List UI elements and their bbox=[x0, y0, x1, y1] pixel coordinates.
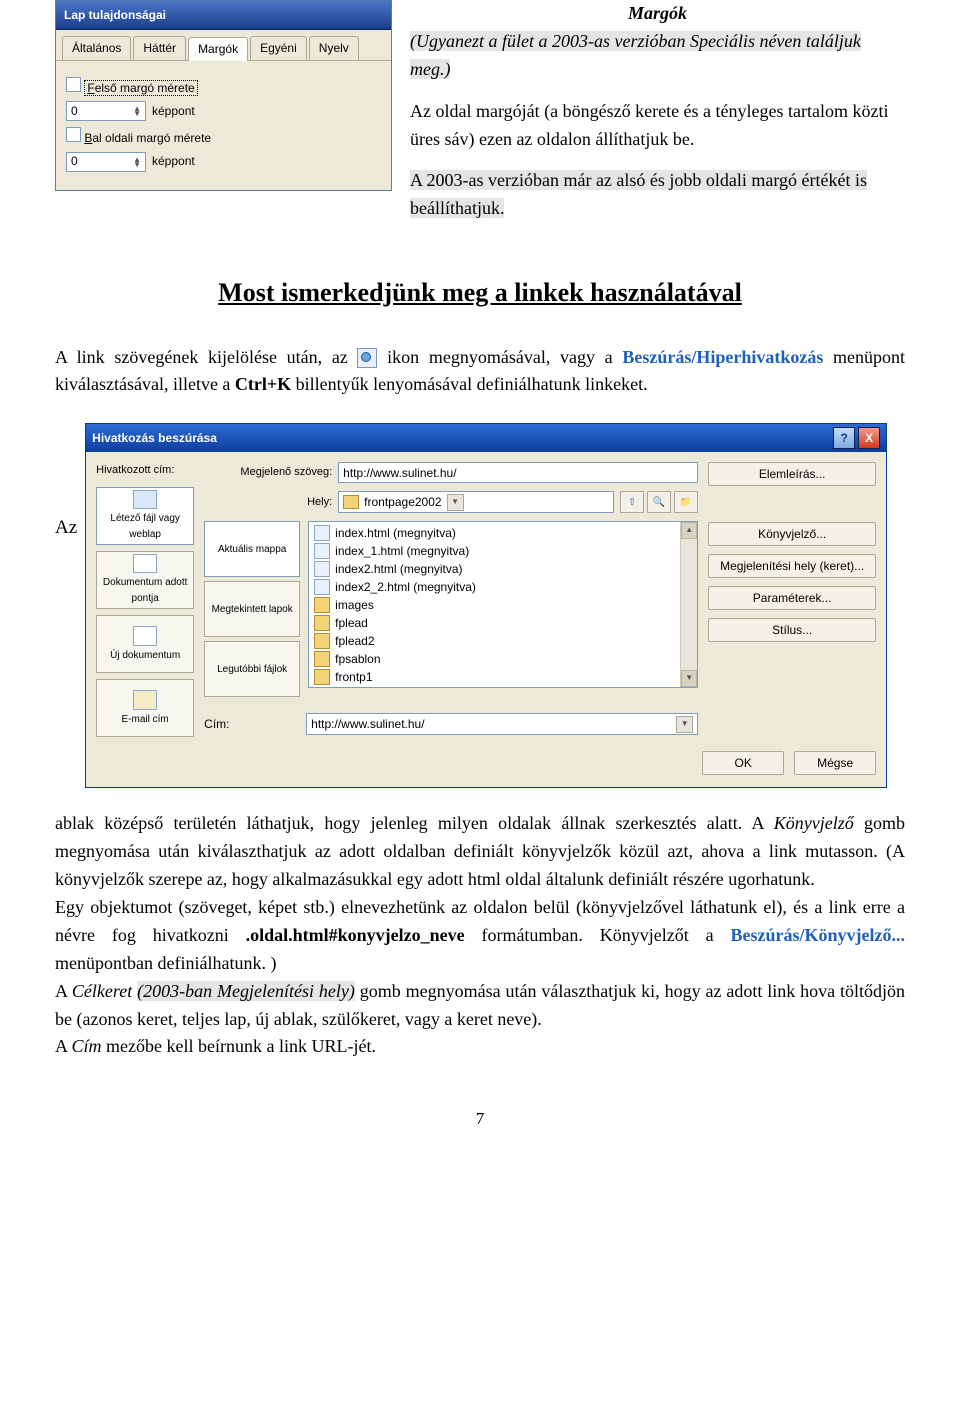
folder-icon bbox=[314, 615, 330, 631]
target-frame-button[interactable]: Megjelenítési hely (keret)... bbox=[708, 554, 876, 578]
folder-icon bbox=[314, 669, 330, 685]
tab-margins[interactable]: Margók bbox=[188, 37, 248, 61]
chevron-down-icon[interactable]: ▼ bbox=[676, 716, 693, 733]
tab-general[interactable]: Általános bbox=[62, 36, 131, 60]
scroll-down-icon[interactable]: ▼ bbox=[681, 670, 697, 687]
location-label: Hely: bbox=[204, 494, 332, 511]
list-item[interactable]: frontp1 bbox=[311, 668, 695, 686]
file-list[interactable]: index.html (megnyitva)index_1.html (megn… bbox=[308, 521, 698, 688]
new-document-icon bbox=[133, 626, 157, 646]
dialog-titlebar: Lap tulajdonságai bbox=[56, 1, 391, 30]
display-text-input[interactable] bbox=[338, 462, 698, 483]
list-item[interactable]: index2_2.html (megnyitva) bbox=[311, 578, 695, 596]
html-file-icon bbox=[314, 561, 330, 577]
display-text-label: Megjelenő szöveg: bbox=[204, 464, 332, 481]
tab-background[interactable]: Háttér bbox=[133, 36, 186, 60]
paragraph: ablak középső területén láthatjuk, hogy … bbox=[55, 810, 905, 894]
globe-page-icon bbox=[133, 490, 157, 509]
chevron-down-icon[interactable]: ▼ bbox=[447, 494, 464, 511]
list-item[interactable]: index.html (megnyitva) bbox=[311, 524, 695, 542]
paragraph-lead: Az bbox=[55, 423, 77, 542]
left-margin-checkbox[interactable] bbox=[66, 127, 81, 142]
spinner-icon[interactable]: ▲▼ bbox=[133, 106, 141, 116]
folder-icon bbox=[314, 633, 330, 649]
paragraph: A 2003-as verzióban már az alsó és jobb … bbox=[410, 167, 905, 223]
hyperlink-icon bbox=[357, 348, 377, 368]
folder-icon bbox=[314, 687, 330, 688]
look-in-browsed[interactable]: Megtekintett lapok bbox=[204, 581, 300, 637]
address-label: Cím: bbox=[204, 715, 300, 734]
top-margin-label: Felső margó mérete bbox=[66, 77, 381, 98]
version-note: (Ugyanezt a fület a 2003-as verzióban Sp… bbox=[410, 28, 905, 84]
parameters-button[interactable]: Paraméterek... bbox=[708, 586, 876, 610]
list-item[interactable]: index_1.html (megnyitva) bbox=[311, 542, 695, 560]
bookmark-button[interactable]: Könyvjelző... bbox=[708, 522, 876, 546]
spinner-icon[interactable]: ▲▼ bbox=[133, 157, 141, 167]
scroll-up-icon[interactable]: ▲ bbox=[681, 522, 697, 539]
tab-language[interactable]: Nyelv bbox=[309, 36, 359, 60]
list-item[interactable]: images bbox=[311, 596, 695, 614]
paragraph: Az oldal margóját (a böngésző kerete és … bbox=[410, 98, 905, 154]
section-heading: Most ismerkedjünk meg a linkek használat… bbox=[55, 273, 905, 313]
unit-label: képpont bbox=[152, 102, 381, 121]
link-to-email[interactable]: E-mail cím bbox=[96, 679, 194, 737]
up-folder-button[interactable]: ⇧ bbox=[620, 491, 644, 513]
list-item[interactable]: index2.html (megnyitva) bbox=[311, 560, 695, 578]
list-item[interactable]: fplead2 bbox=[311, 632, 695, 650]
html-file-icon bbox=[314, 525, 330, 541]
paragraph: Egy objektumot (szöveget, képet stb.) el… bbox=[55, 894, 905, 978]
location-combo[interactable]: frontpage2002 ▼ bbox=[338, 491, 614, 513]
style-button[interactable]: Stílus... bbox=[708, 618, 876, 642]
left-margin-input[interactable]: 0 ▲▼ bbox=[66, 152, 146, 172]
look-in-recent[interactable]: Legutóbbi fájlok bbox=[204, 641, 300, 697]
page-properties-dialog: Lap tulajdonságai Általános Háttér Margó… bbox=[55, 0, 392, 191]
link-to-place[interactable]: Dokumentum adott pontja bbox=[96, 551, 194, 609]
link-to-label: Hivatkozott cím: bbox=[96, 462, 194, 479]
look-in-current[interactable]: Aktuális mappa bbox=[204, 521, 300, 577]
dialog-title: Lap tulajdonságai bbox=[64, 6, 166, 25]
dialog-title: Hivatkozás beszúrása bbox=[92, 429, 217, 448]
list-item[interactable]: frontp1 bbox=[311, 686, 695, 688]
link-to-new[interactable]: Új dokumentum bbox=[96, 615, 194, 673]
section-title: Margók bbox=[410, 0, 905, 28]
paragraph: A Cím mezőbe kell beírnunk a link URL-jé… bbox=[55, 1033, 905, 1061]
cancel-button[interactable]: Mégse bbox=[794, 751, 876, 775]
margins-panel: Felső margó mérete 0 ▲▼ képpont Bal olda… bbox=[56, 61, 391, 190]
link-to-column: Hivatkozott cím: Létező fájl vagy weblap… bbox=[96, 462, 194, 737]
ok-button[interactable]: OK bbox=[702, 751, 784, 775]
unit-label: képpont bbox=[152, 152, 381, 171]
screentip-button[interactable]: Elemleírás... bbox=[708, 462, 876, 486]
scrollbar[interactable]: ▲▼ bbox=[680, 522, 697, 687]
paragraph: A link szövegének kijelölése után, az ik… bbox=[55, 344, 905, 400]
folder-icon bbox=[314, 651, 330, 667]
list-item[interactable]: fpsablon bbox=[311, 650, 695, 668]
paragraph: A Célkeret (2003-ban Megjelenítési hely)… bbox=[55, 978, 905, 1034]
link-to-existing[interactable]: Létező fájl vagy weblap bbox=[96, 487, 194, 545]
tabs-bar: Általános Háttér Margók Egyéni Nyelv bbox=[56, 30, 391, 61]
browse-web-button[interactable]: 🔍 bbox=[647, 491, 671, 513]
folder-icon bbox=[343, 495, 359, 509]
document-icon bbox=[133, 554, 157, 573]
address-combo[interactable]: http://www.sulinet.hu/ ▼ bbox=[306, 713, 698, 735]
browse-file-button[interactable]: 📁 bbox=[674, 491, 698, 513]
html-file-icon bbox=[314, 579, 330, 595]
top-margin-checkbox[interactable] bbox=[66, 77, 81, 92]
top-margin-input[interactable]: 0 ▲▼ bbox=[66, 101, 146, 121]
left-margin-label: Bal oldali margó mérete bbox=[66, 127, 381, 148]
dialog-titlebar: Hivatkozás beszúrása ? X bbox=[86, 424, 886, 452]
html-file-icon bbox=[314, 543, 330, 559]
tab-custom[interactable]: Egyéni bbox=[250, 36, 307, 60]
envelope-icon bbox=[133, 690, 157, 710]
help-button[interactable]: ? bbox=[833, 427, 855, 449]
close-button[interactable]: X bbox=[858, 427, 880, 449]
insert-hyperlink-dialog: Hivatkozás beszúrása ? X Hivatkozott cím… bbox=[85, 423, 887, 788]
folder-icon bbox=[314, 597, 330, 613]
page-number: 7 bbox=[55, 1106, 905, 1132]
list-item[interactable]: fplead bbox=[311, 614, 695, 632]
